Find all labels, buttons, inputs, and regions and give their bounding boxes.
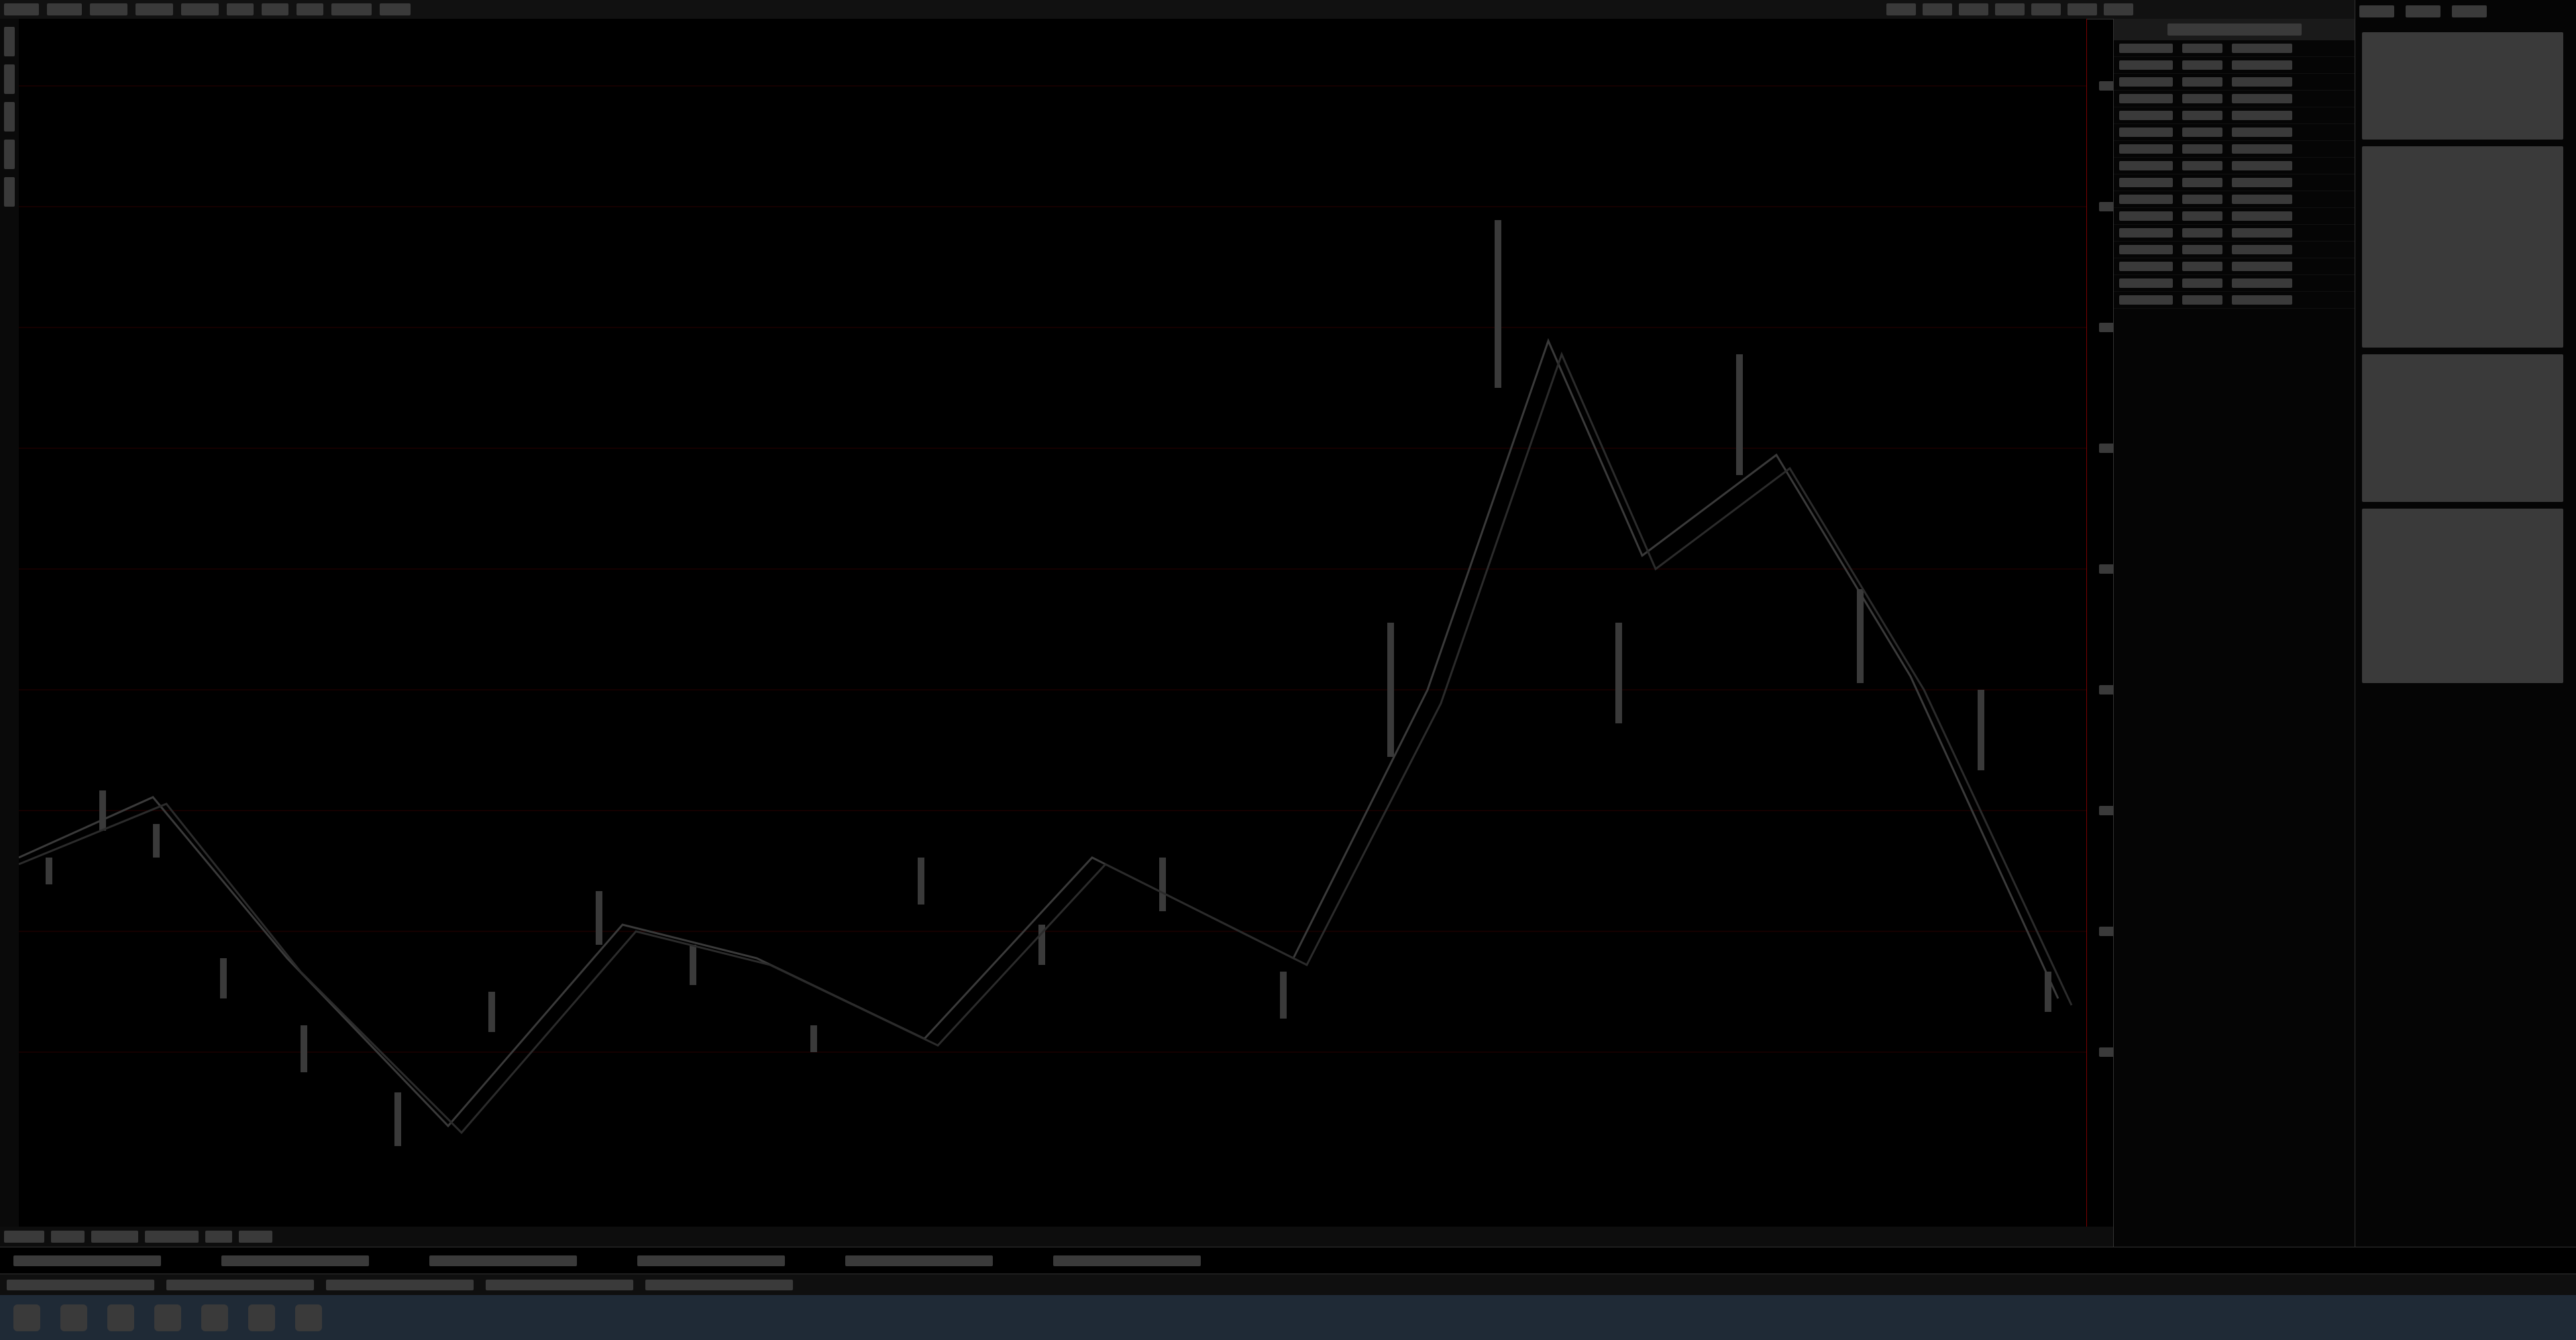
toolbar-btn-1[interactable] — [1886, 3, 1916, 15]
toolbar-btn-4[interactable] — [1995, 3, 2025, 15]
news-item[interactable] — [13, 1255, 161, 1266]
indicator-tab[interactable] — [4, 1231, 44, 1243]
quote-row — [2114, 91, 2355, 107]
news-item[interactable] — [429, 1255, 577, 1266]
period-tab-60m[interactable] — [181, 3, 219, 15]
news-ticker — [0, 1247, 2576, 1274]
indicator-tab[interactable] — [91, 1231, 138, 1243]
windows-taskbar — [0, 1295, 2576, 1340]
toolbar-btn-7[interactable] — [2104, 3, 2133, 15]
period-tab-week[interactable] — [262, 3, 288, 15]
quote-row — [2114, 158, 2355, 174]
sidebar-item-1[interactable] — [4, 27, 15, 56]
info-block — [2362, 354, 2563, 502]
top-menu-bar — [0, 0, 2355, 19]
index-item[interactable] — [486, 1280, 633, 1290]
kline-chart[interactable] — [19, 19, 2086, 1227]
news-item[interactable] — [221, 1255, 369, 1266]
sidebar-item-3[interactable] — [4, 102, 15, 132]
news-item[interactable] — [1053, 1255, 1201, 1266]
period-tab-month[interactable] — [297, 3, 323, 15]
folder-icon[interactable] — [248, 1304, 275, 1331]
indicator-tab[interactable] — [51, 1231, 85, 1243]
info-block — [2362, 509, 2563, 683]
indicator-tab[interactable] — [145, 1231, 199, 1243]
more-menu[interactable] — [380, 3, 411, 15]
left-sidebar — [0, 19, 19, 1240]
bottom-indicator-tabs — [0, 1227, 2117, 1247]
news-item[interactable] — [637, 1255, 785, 1266]
news-item[interactable] — [845, 1255, 993, 1266]
quote-row — [2114, 174, 2355, 191]
quote-row — [2114, 242, 2355, 258]
info-panel — [2355, 0, 2576, 1247]
period-tab-5m[interactable] — [47, 3, 82, 15]
quote-row — [2114, 191, 2355, 208]
sidebar-item-4[interactable] — [4, 140, 15, 169]
sidebar-item-5[interactable] — [4, 177, 15, 207]
quote-row — [2114, 74, 2355, 91]
period-tab-1m[interactable] — [4, 3, 39, 15]
quote-row — [2114, 57, 2355, 74]
quote-row — [2114, 258, 2355, 275]
quote-row — [2114, 275, 2355, 292]
toolbar-btn-5[interactable] — [2031, 3, 2061, 15]
period-tab-30m[interactable] — [136, 3, 173, 15]
info-tab[interactable] — [2359, 5, 2394, 17]
index-item[interactable] — [7, 1280, 154, 1290]
search-icon[interactable] — [60, 1304, 87, 1331]
stock-code-name — [2167, 23, 2302, 36]
start-icon[interactable] — [13, 1304, 40, 1331]
quote-row — [2114, 40, 2355, 57]
info-tab[interactable] — [2406, 5, 2441, 17]
toolbar-btn-3[interactable] — [1959, 3, 1988, 15]
mini-bar-chart — [2362, 32, 2563, 140]
quote-row — [2114, 292, 2355, 309]
period-tab-15m[interactable] — [90, 3, 127, 15]
browser-icon[interactable] — [154, 1304, 181, 1331]
task-view-icon[interactable] — [107, 1304, 134, 1331]
info-tab[interactable] — [2452, 5, 2487, 17]
info-block — [2362, 146, 2563, 348]
app-icon[interactable] — [201, 1304, 228, 1331]
indicator-tab[interactable] — [239, 1231, 272, 1243]
indicator-tab[interactable] — [205, 1231, 232, 1243]
period-tab-multi[interactable] — [331, 3, 372, 15]
quote-header — [2114, 19, 2355, 40]
quote-row — [2114, 107, 2355, 124]
kline-chart-panel[interactable] — [19, 19, 2126, 1227]
app-icon[interactable] — [295, 1304, 322, 1331]
toolbar-btn-6[interactable] — [2068, 3, 2097, 15]
quote-panel — [2113, 19, 2355, 1247]
toolbar-btn-2[interactable] — [1923, 3, 1952, 15]
index-status-bar — [0, 1274, 2576, 1296]
index-item[interactable] — [645, 1280, 793, 1290]
quote-row — [2114, 141, 2355, 158]
period-tab-day[interactable] — [227, 3, 254, 15]
quote-row — [2114, 124, 2355, 141]
quote-row — [2114, 225, 2355, 242]
quote-row — [2114, 208, 2355, 225]
index-item[interactable] — [326, 1280, 474, 1290]
sidebar-item-2[interactable] — [4, 64, 15, 94]
index-item[interactable] — [166, 1280, 314, 1290]
